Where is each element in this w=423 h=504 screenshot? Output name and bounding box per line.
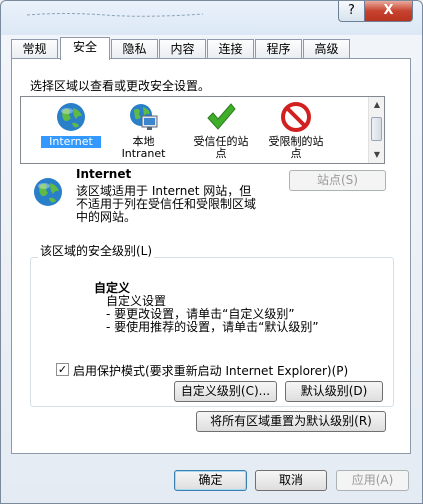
scroll-up-icon[interactable]: ▲: [369, 97, 385, 113]
default-level-button[interactable]: 默认级别(D): [285, 381, 383, 402]
close-button[interactable]: X: [364, 1, 413, 22]
checkmark-icon: [207, 103, 236, 130]
reset-all-zones-button[interactable]: 将所有区域重置为默认级别(R): [196, 411, 386, 432]
tab-security[interactable]: 安全: [60, 37, 110, 60]
internet-options-window: ? X 常规 安全 隐私 内容 连接 程序 高级 选择区域以查看或更改安全设置。…: [0, 0, 423, 504]
protected-mode-label[interactable]: 启用保护模式(要求重新启动 Internet Explorer)(P): [73, 362, 348, 379]
selected-zone-desc-line: 中的网站。: [76, 210, 137, 224]
tab-connections[interactable]: 连接: [207, 39, 254, 59]
zone-list-scrollbar[interactable]: ▲ ▼: [368, 97, 384, 163]
tab-content[interactable]: 内容: [159, 39, 206, 59]
tab-programs[interactable]: 程序: [255, 39, 302, 59]
zone-local-intranet[interactable]: 本地 Intranet: [111, 101, 176, 160]
cancel-button[interactable]: 取消: [255, 470, 327, 491]
zone-restricted-sites-line2: 点: [290, 147, 302, 160]
scroll-thumb[interactable]: [371, 117, 382, 141]
selected-zone-description: 该区域适用于 Internet 网站，但 不适用于列在受信任和受限制区域 中的网…: [76, 185, 256, 224]
scroll-down-icon[interactable]: ▼: [369, 147, 385, 163]
redacted-title-graphic: [26, 13, 204, 17]
title-bar: ? X: [1, 1, 422, 35]
selected-zone-title: Internet: [76, 167, 132, 181]
zone-list[interactable]: Internet 本地 Intranet 受信任的站 点 受限制的站 点 ▲ ▼: [20, 96, 385, 164]
security-level-description: 自定义设置 - 要更改设置，请单击“自定义级别” - 要使用推荐的设置，请单击“…: [106, 295, 319, 334]
zone-restricted-sites[interactable]: 受限制的站 点: [261, 101, 331, 160]
security-level-group-label: 该区域的安全级别(L): [38, 242, 155, 259]
apply-button[interactable]: 应用(A): [336, 470, 409, 491]
zone-internet[interactable]: Internet: [41, 101, 101, 148]
tab-general[interactable]: 常规: [11, 39, 58, 59]
ok-button[interactable]: 确定: [174, 470, 247, 491]
zone-trusted-sites-line2: 点: [215, 147, 227, 160]
checkmark-icon: ✓: [57, 363, 68, 376]
selected-zone-globe-icon: [34, 178, 62, 206]
help-button[interactable]: ?: [338, 1, 365, 22]
zone-local-intranet-line2: Intranet: [121, 147, 166, 160]
custom-level-button[interactable]: 自定义级别(C)...: [174, 381, 277, 402]
no-entry-icon: [281, 102, 311, 132]
zone-prompt: 选择区域以查看或更改安全设置。: [30, 79, 211, 93]
sites-button[interactable]: 站点(S): [289, 170, 386, 191]
security-level-desc-line: - 要使用推荐的设置，请单击“默认级别”: [106, 320, 319, 334]
tab-privacy[interactable]: 隐私: [111, 39, 158, 59]
globe-icon: [57, 103, 85, 131]
zone-internet-label: Internet: [41, 136, 101, 148]
tab-advanced[interactable]: 高级: [303, 39, 350, 59]
protected-mode-checkbox[interactable]: ✓: [56, 363, 69, 376]
zone-trusted-sites[interactable]: 受信任的站 点: [186, 101, 256, 160]
intranet-icon: [129, 104, 157, 130]
